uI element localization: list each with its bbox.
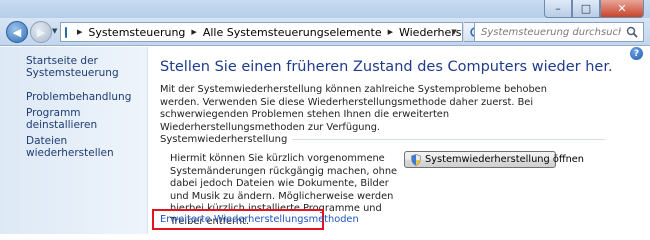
breadcrumb-separator-icon[interactable]: ▶ [388,28,393,36]
divider [292,138,605,140]
breadcrumb[interactable]: ▶ Systemsteuerung ▶ Alle Systemsteuerung… [60,22,463,42]
forward-arrow-icon[interactable]: ▶ [30,21,52,43]
recent-pages-dropdown-icon[interactable]: ▼ [52,27,57,35]
open-system-restore-button[interactable]: Systemwiederherstellung öffnen [404,151,584,168]
system-restore-group-header: Systemwiederherstellung [160,132,605,146]
advanced-recovery-methods-link[interactable]: Erweiterte Wiederherstellungsmethoden [152,209,359,230]
sidebar-item-uninstall-program[interactable]: Programm deinstallieren [26,107,147,131]
address-history-dropdown-icon[interactable]: ▼ [446,23,462,41]
breadcrumb-item[interactable]: Systemsteuerung [88,26,185,39]
search-input[interactable] [481,24,621,40]
back-arrow-icon[interactable]: ◀ [6,21,28,43]
group-title: Systemwiederherstellung [160,133,288,145]
sidebar: Startseite der Systemsteuerung Problembe… [0,47,148,234]
advanced-recovery-methods-label[interactable]: Erweiterte Wiederherstellungsmethoden [160,214,359,225]
control-panel-icon [65,26,67,38]
window-titlebar: – □ ✕ [0,0,650,20]
window-controls: – □ ✕ [544,0,644,18]
address-bar: ◀ ▶ ▼ ▶ Systemsteuerung ▶ Alle Systemste… [0,18,650,46]
uac-shield-icon [411,153,421,166]
page-title: Stellen Sie einen früheren Zustand des C… [160,59,613,75]
intro-text: Mit der Systemwiederherstellung können z… [160,84,547,133]
control-panel-home-link[interactable]: Startseite der Systemsteuerung [26,55,147,79]
open-system-restore-label: Systemwiederherstellung öffnen [425,154,585,165]
breadcrumb-item[interactable]: Alle Systemsteuerungselemente [203,26,382,39]
help-icon[interactable]: ? [630,47,643,60]
search-box[interactable] [474,22,644,42]
breadcrumb-separator-icon[interactable]: ▶ [191,28,196,36]
main-content: ? Stellen Sie einen früheren Zustand des… [148,47,650,234]
close-button[interactable]: ✕ [600,0,644,18]
breadcrumb-separator-icon[interactable]: ▶ [77,28,82,36]
sidebar-item-troubleshooting[interactable]: Problembehandlung [26,91,147,103]
maximize-button[interactable]: □ [572,0,600,18]
search-icon[interactable] [626,26,638,38]
sidebar-item-restore-files[interactable]: Dateien wiederherstellen [26,135,147,159]
minimize-button[interactable]: – [544,0,572,18]
